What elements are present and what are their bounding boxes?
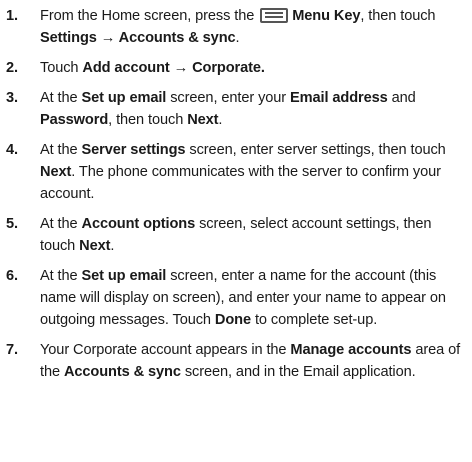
step-text: At the [40, 142, 82, 158]
step-text: and [387, 90, 416, 106]
step-number: 5. [6, 216, 18, 232]
step-number: 6. [6, 268, 18, 284]
step-number: 2. [6, 60, 18, 76]
step-text: At the [40, 268, 82, 284]
step-number: 4. [6, 142, 18, 158]
next-label: Next [187, 112, 219, 128]
step-3: 3. At the Set up email screen, enter you… [6, 87, 462, 131]
next-label: Next [40, 164, 72, 180]
screen-name: Account options [81, 216, 196, 232]
step-6: 6. At the Set up email screen, enter a n… [6, 265, 462, 331]
step-5: 5. At the Account options screen, select… [6, 213, 462, 257]
step-text: screen, enter your [166, 90, 291, 106]
password-label: Password [40, 112, 109, 128]
menu-key-label: Menu Key [292, 8, 361, 24]
step-text: screen, enter server settings, then touc… [185, 142, 446, 158]
step-text: . [110, 238, 115, 254]
step-text: to complete set-up. [251, 312, 378, 328]
step-text: screen, and in the Email application. [180, 364, 416, 380]
step-text: , then touch [360, 8, 436, 24]
done-label: Done [214, 312, 251, 328]
steps-list: 1. From the Home screen, press the Menu … [6, 5, 462, 383]
step-1: 1. From the Home screen, press the Menu … [6, 5, 462, 49]
step-text: Your Corporate account appears in the [40, 342, 291, 358]
next-label: Next [79, 238, 111, 254]
screen-name: Set up email [81, 268, 167, 284]
step-text: , then touch [108, 112, 188, 128]
screen-name: Set up email [81, 90, 167, 106]
step-text: . [218, 112, 223, 128]
settings-path: Settings → Accounts & sync [40, 30, 236, 46]
step-number: 1. [6, 8, 18, 24]
step-4: 4. At the Server settings screen, enter … [6, 139, 462, 205]
accounts-sync-label: Accounts & sync [63, 364, 181, 380]
step-text: From the Home screen, press the [40, 8, 259, 24]
step-text: At the [40, 90, 82, 106]
email-address-label: Email address [290, 90, 388, 106]
add-account-path: Add account → Corporate. [82, 60, 265, 76]
manage-accounts-label: Manage accounts [290, 342, 412, 358]
menu-key-icon [260, 8, 289, 23]
instruction-page: 1. From the Home screen, press the Menu … [0, 0, 472, 462]
step-2: 2. Touch Add account → Corporate. [6, 57, 462, 79]
step-number: 3. [6, 90, 18, 106]
step-text: . The phone communicates with the server… [40, 164, 441, 202]
step-text: Touch [40, 60, 83, 76]
step-text: . [235, 30, 240, 46]
step-text: At the [40, 216, 82, 232]
screen-name: Server settings [81, 142, 186, 158]
step-number: 7. [6, 342, 18, 358]
step-7: 7. Your Corporate account appears in the… [6, 339, 462, 383]
